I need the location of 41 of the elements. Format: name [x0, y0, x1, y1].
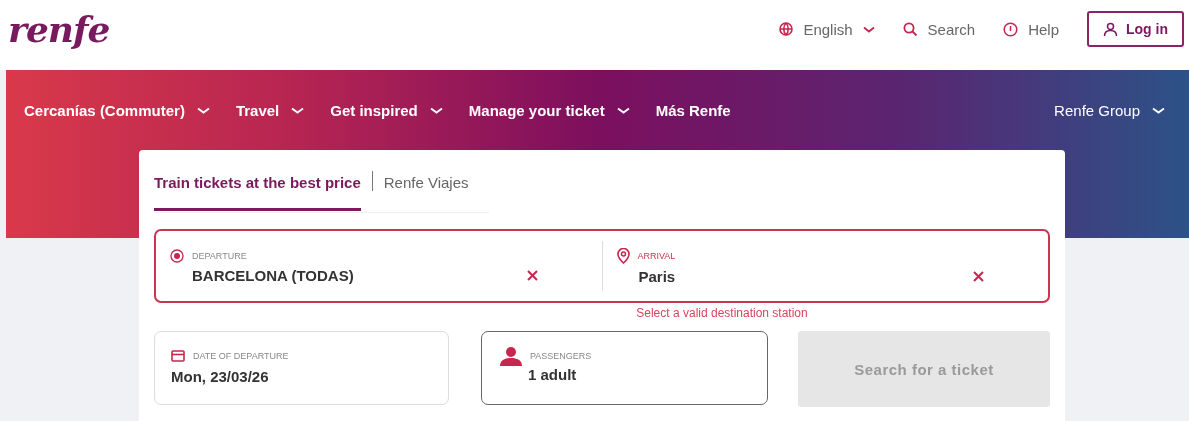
top-link[interactable]: English [779, 20, 875, 38]
nav-item[interactable]: Get inspired [330, 101, 443, 119]
field-value: Paris [638, 267, 676, 285]
search-icon [902, 21, 918, 37]
field-value: 1 adult [526, 366, 578, 383]
globe-icon [779, 22, 794, 36]
field-label: ARRIVAL [637, 250, 676, 261]
person-icon [499, 346, 522, 366]
chevron-down-icon [616, 106, 630, 114]
login-button[interactable]: Log in [1087, 11, 1184, 47]
chevron-down-icon [291, 106, 305, 114]
field-label: DATE OF DEPARTURE [193, 351, 289, 361]
tab[interactable]: Renfe Viajes [383, 151, 469, 211]
clear-icon[interactable] [973, 270, 984, 282]
field-label: PASSENGERS [529, 351, 592, 361]
field-label: DEPARTURE [192, 250, 247, 261]
field-value: Mon, 23/03/26 [171, 368, 270, 385]
top-link[interactable]: Help [1003, 20, 1059, 38]
nav-item[interactable]: Travel [235, 101, 305, 119]
passengers-field[interactable]: PASSENGERS 1 adult [480, 331, 768, 405]
chevron-down-icon [196, 106, 210, 114]
radio-icon [170, 248, 184, 263]
top-link[interactable]: Search [902, 20, 976, 38]
error-message: Select a valid destination station [636, 305, 808, 322]
field-value: BARCELONA (TODAS) [192, 266, 354, 284]
nav-item[interactable]: Más Renfe [655, 101, 731, 119]
route-field[interactable]: DEPARTURE BARCELONA (TODAS) ARRIVAL Paris [154, 229, 1050, 303]
clear-icon[interactable] [526, 269, 538, 281]
location-pin-icon [616, 247, 630, 264]
nav-item[interactable]: Renfe Group [1054, 101, 1165, 119]
chevron-down-icon [862, 25, 875, 33]
tab[interactable]: Train tickets at the best price [154, 151, 361, 211]
info-icon [1003, 21, 1019, 37]
chevron-down-icon [1152, 106, 1165, 114]
date-field[interactable]: DATE OF DEPARTURE Mon, 23/03/26 [154, 331, 449, 405]
user-icon [1103, 21, 1118, 37]
chevron-down-icon [429, 106, 443, 114]
nav-item[interactable]: Manage your ticket [468, 101, 630, 119]
nav-item[interactable]: Cercanías (Commuter) [24, 101, 210, 119]
calendar-icon [171, 350, 185, 362]
renfe-logo[interactable]: renfe [8, 8, 110, 50]
